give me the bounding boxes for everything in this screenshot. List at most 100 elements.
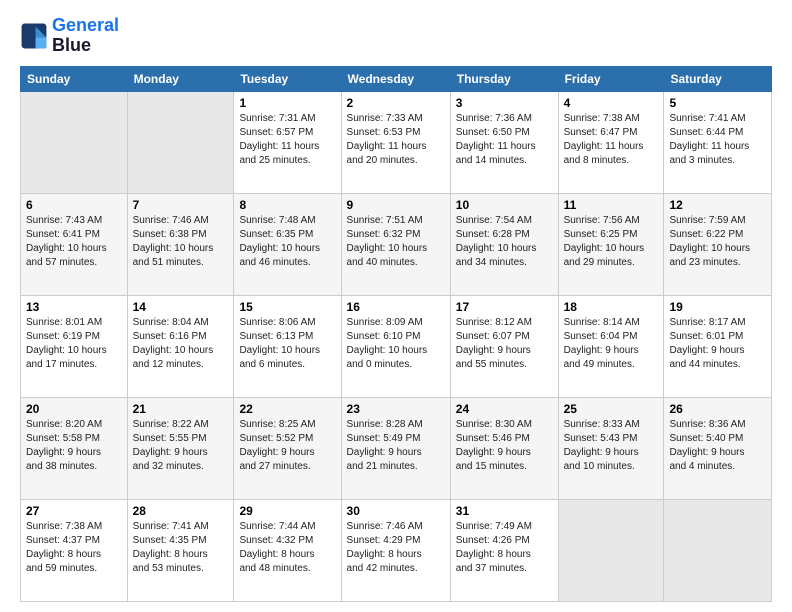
calendar-cell: 2 Sunrise: 7:33 AM Sunset: 6:53 PM Daylig… — [341, 91, 450, 193]
day-number: 3 — [456, 96, 553, 110]
day-number: 28 — [133, 504, 229, 518]
day-info: Sunrise: 8:33 AM Sunset: 5:43 PM Dayligh… — [564, 418, 659, 474]
day-number: 20 — [26, 402, 122, 416]
day-header-tuesday: Tuesday — [234, 66, 341, 91]
logo-text: General Blue — [52, 16, 119, 56]
day-number: 19 — [669, 300, 766, 314]
day-info: Sunrise: 7:51 AM Sunset: 6:32 PM Dayligh… — [347, 214, 445, 270]
page: General Blue SundayMondayTuesdayWednesda… — [0, 0, 792, 612]
day-info: Sunrise: 8:01 AM Sunset: 6:19 PM Dayligh… — [26, 316, 122, 372]
calendar-cell: 7 Sunrise: 7:46 AM Sunset: 6:38 PM Daylig… — [127, 193, 234, 295]
day-number: 6 — [26, 198, 122, 212]
day-number: 2 — [347, 96, 445, 110]
calendar-cell: 29Sunrise: 7:44 AM Sunset: 4:32 PM Dayli… — [234, 499, 341, 601]
calendar-cell — [558, 499, 664, 601]
calendar-week-row: 13 Sunrise: 8:01 AM Sunset: 6:19 PM Dayli… — [21, 295, 772, 397]
calendar-cell: 12 Sunrise: 7:59 AM Sunset: 6:22 PM Dayli… — [664, 193, 772, 295]
logo: General Blue — [20, 16, 119, 56]
day-info: Sunrise: 7:46 AM Sunset: 4:29 PM Dayligh… — [347, 520, 445, 576]
calendar-cell: 28Sunrise: 7:41 AM Sunset: 4:35 PM Dayli… — [127, 499, 234, 601]
calendar-cell: 10 Sunrise: 7:54 AM Sunset: 6:28 PM Dayli… — [450, 193, 558, 295]
calendar-cell: 13 Sunrise: 8:01 AM Sunset: 6:19 PM Dayli… — [21, 295, 128, 397]
day-header-wednesday: Wednesday — [341, 66, 450, 91]
day-number: 27 — [26, 504, 122, 518]
day-info: Sunrise: 7:49 AM Sunset: 4:26 PM Dayligh… — [456, 520, 553, 576]
day-number: 25 — [564, 402, 659, 416]
day-number: 1 — [239, 96, 335, 110]
day-number: 15 — [239, 300, 335, 314]
day-number: 12 — [669, 198, 766, 212]
calendar-cell: 30 Sunrise: 7:46 AM Sunset: 4:29 PM Dayli… — [341, 499, 450, 601]
day-info: Sunrise: 8:09 AM Sunset: 6:10 PM Dayligh… — [347, 316, 445, 372]
day-info: Sunrise: 7:41 AM Sunset: 6:44 PM Dayligh… — [669, 112, 766, 168]
calendar-week-row: 1 Sunrise: 7:31 AM Sunset: 6:57 PM Daylig… — [21, 91, 772, 193]
day-header-sunday: Sunday — [21, 66, 128, 91]
day-info: Sunrise: 7:36 AM Sunset: 6:50 PM Dayligh… — [456, 112, 553, 168]
day-number: 13 — [26, 300, 122, 314]
calendar-cell: 5 Sunrise: 7:41 AM Sunset: 6:44 PM Daylig… — [664, 91, 772, 193]
calendar-cell: 21Sunrise: 8:22 AM Sunset: 5:55 PM Dayli… — [127, 397, 234, 499]
day-number: 24 — [456, 402, 553, 416]
day-number: 30 — [347, 504, 445, 518]
day-info: Sunrise: 7:38 AM Sunset: 4:37 PM Dayligh… — [26, 520, 122, 576]
day-number: 9 — [347, 198, 445, 212]
calendar-cell: 27 Sunrise: 7:38 AM Sunset: 4:37 PM Dayli… — [21, 499, 128, 601]
day-number: 14 — [133, 300, 229, 314]
day-header-friday: Friday — [558, 66, 664, 91]
calendar-cell: 18 Sunrise: 8:14 AM Sunset: 6:04 PM Dayli… — [558, 295, 664, 397]
day-info: Sunrise: 7:31 AM Sunset: 6:57 PM Dayligh… — [239, 112, 335, 168]
day-info: Sunrise: 7:33 AM Sunset: 6:53 PM Dayligh… — [347, 112, 445, 168]
calendar-cell — [21, 91, 128, 193]
calendar-cell: 11 Sunrise: 7:56 AM Sunset: 6:25 PM Dayli… — [558, 193, 664, 295]
day-number: 10 — [456, 198, 553, 212]
day-header-monday: Monday — [127, 66, 234, 91]
day-number: 11 — [564, 198, 659, 212]
calendar-cell: 17 Sunrise: 8:12 AM Sunset: 6:07 PM Dayli… — [450, 295, 558, 397]
calendar-cell — [127, 91, 234, 193]
day-info: Sunrise: 8:17 AM Sunset: 6:01 PM Dayligh… — [669, 316, 766, 372]
day-info: Sunrise: 7:43 AM Sunset: 6:41 PM Dayligh… — [26, 214, 122, 270]
day-info: Sunrise: 8:04 AM Sunset: 6:16 PM Dayligh… — [133, 316, 229, 372]
day-number: 7 — [133, 198, 229, 212]
day-info: Sunrise: 7:54 AM Sunset: 6:28 PM Dayligh… — [456, 214, 553, 270]
calendar-cell: 20 Sunrise: 8:20 AM Sunset: 5:58 PM Dayli… — [21, 397, 128, 499]
calendar-cell: 1 Sunrise: 7:31 AM Sunset: 6:57 PM Daylig… — [234, 91, 341, 193]
day-number: 8 — [239, 198, 335, 212]
calendar-week-row: 20 Sunrise: 8:20 AM Sunset: 5:58 PM Dayli… — [21, 397, 772, 499]
day-number: 29 — [239, 504, 335, 518]
day-info: Sunrise: 7:38 AM Sunset: 6:47 PM Dayligh… — [564, 112, 659, 168]
calendar-cell: 19 Sunrise: 8:17 AM Sunset: 6:01 PM Dayli… — [664, 295, 772, 397]
day-number: 18 — [564, 300, 659, 314]
day-info: Sunrise: 8:30 AM Sunset: 5:46 PM Dayligh… — [456, 418, 553, 474]
day-info: Sunrise: 8:25 AM Sunset: 5:52 PM Dayligh… — [239, 418, 335, 474]
calendar-header-row: SundayMondayTuesdayWednesdayThursdayFrid… — [21, 66, 772, 91]
calendar-cell: 9 Sunrise: 7:51 AM Sunset: 6:32 PM Daylig… — [341, 193, 450, 295]
calendar-table: SundayMondayTuesdayWednesdayThursdayFrid… — [20, 66, 772, 602]
day-number: 17 — [456, 300, 553, 314]
day-number: 21 — [133, 402, 229, 416]
calendar-cell — [664, 499, 772, 601]
calendar-cell: 22Sunrise: 8:25 AM Sunset: 5:52 PM Dayli… — [234, 397, 341, 499]
calendar-week-row: 6 Sunrise: 7:43 AM Sunset: 6:41 PM Daylig… — [21, 193, 772, 295]
day-info: Sunrise: 7:56 AM Sunset: 6:25 PM Dayligh… — [564, 214, 659, 270]
day-info: Sunrise: 8:28 AM Sunset: 5:49 PM Dayligh… — [347, 418, 445, 474]
day-header-saturday: Saturday — [664, 66, 772, 91]
day-info: Sunrise: 7:48 AM Sunset: 6:35 PM Dayligh… — [239, 214, 335, 270]
calendar-cell: 31 Sunrise: 7:49 AM Sunset: 4:26 PM Dayli… — [450, 499, 558, 601]
day-number: 26 — [669, 402, 766, 416]
header: General Blue — [20, 16, 772, 56]
day-info: Sunrise: 7:59 AM Sunset: 6:22 PM Dayligh… — [669, 214, 766, 270]
day-info: Sunrise: 8:20 AM Sunset: 5:58 PM Dayligh… — [26, 418, 122, 474]
day-info: Sunrise: 8:12 AM Sunset: 6:07 PM Dayligh… — [456, 316, 553, 372]
day-number: 5 — [669, 96, 766, 110]
day-info: Sunrise: 8:14 AM Sunset: 6:04 PM Dayligh… — [564, 316, 659, 372]
calendar-cell: 6 Sunrise: 7:43 AM Sunset: 6:41 PM Daylig… — [21, 193, 128, 295]
calendar-cell: 8 Sunrise: 7:48 AM Sunset: 6:35 PM Daylig… — [234, 193, 341, 295]
logo-icon — [20, 22, 48, 50]
day-number: 4 — [564, 96, 659, 110]
calendar-cell: 16 Sunrise: 8:09 AM Sunset: 6:10 PM Dayli… — [341, 295, 450, 397]
day-number: 31 — [456, 504, 553, 518]
day-info: Sunrise: 7:46 AM Sunset: 6:38 PM Dayligh… — [133, 214, 229, 270]
day-info: Sunrise: 8:06 AM Sunset: 6:13 PM Dayligh… — [239, 316, 335, 372]
day-number: 16 — [347, 300, 445, 314]
